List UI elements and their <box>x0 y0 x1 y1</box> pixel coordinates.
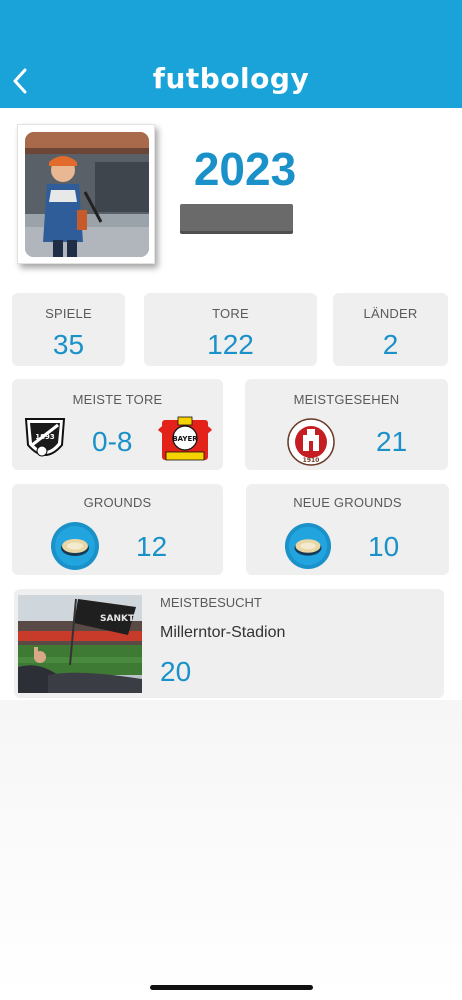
redacted-name-bar <box>180 204 293 234</box>
bayer-leverkusen-crest-icon: BAYER <box>158 416 212 461</box>
app-header: futbology <box>0 0 462 108</box>
meiste-tore-label: MEISTE TORE <box>72 392 163 407</box>
svg-text:SANKT: SANKT <box>100 614 135 624</box>
season-year: 2023 <box>193 143 297 195</box>
profile-photo-frame[interactable] <box>17 124 155 264</box>
svg-text:1910: 1910 <box>303 457 320 464</box>
grounds-label: GROUNDS <box>83 495 152 510</box>
meistbesucht-stadium-name: Millerntor-Stadion <box>160 624 286 641</box>
stadium-icon <box>51 522 99 570</box>
tore-value: 122 <box>207 329 254 360</box>
meistbesucht-label: MEISTBESUCHT <box>160 595 262 610</box>
new-stadium-icon <box>284 522 332 570</box>
grounds-value: 12 <box>136 531 168 562</box>
tore-label: TORE <box>212 306 249 321</box>
neue-grounds-card[interactable]: NEUE GROUNDS 10 <box>246 484 449 575</box>
fc-teutonia-ottensen-crest-icon: 1893 <box>24 418 66 457</box>
meiste-tore-card[interactable]: MEISTE TORE 1893 0-8 BAYER <box>12 379 223 470</box>
grounds-card[interactable]: GROUNDS 12 <box>12 484 223 575</box>
home-indicator[interactable] <box>150 985 313 990</box>
svg-text:1893: 1893 <box>35 433 55 441</box>
laender-card[interactable]: LÄNDER 2 <box>333 293 448 366</box>
fc-st-pauli-crest-icon: 1910 <box>287 418 335 466</box>
neue-grounds-value: 10 <box>368 531 400 562</box>
meistgesehen-value: 21 <box>376 426 408 457</box>
meiste-tore-score: 0-8 <box>92 426 133 457</box>
spiele-card[interactable]: SPIELE 35 <box>12 293 125 366</box>
laender-label: LÄNDER <box>363 306 418 321</box>
spiele-value: 35 <box>52 329 85 360</box>
meistgesehen-card[interactable]: MEISTGESEHEN 1910 21 <box>245 379 448 470</box>
meistbesucht-card[interactable]: SANKT MEISTBESUCHT Millerntor-Stadion 20 <box>14 589 444 698</box>
app-logo: futbology <box>152 62 310 95</box>
spiele-label: SPIELE <box>45 306 92 321</box>
tore-card[interactable]: TORE 122 <box>144 293 317 366</box>
profile-photo <box>25 132 149 257</box>
empty-content-area <box>0 700 462 1000</box>
meistbesucht-value: 20 <box>160 656 192 687</box>
svg-text:BAYER: BAYER <box>172 435 198 443</box>
meistgesehen-label: MEISTGESEHEN <box>293 392 400 407</box>
neue-grounds-label: NEUE GROUNDS <box>293 495 402 510</box>
laender-value: 2 <box>382 329 399 360</box>
stadium-photo: SANKT <box>18 595 142 693</box>
